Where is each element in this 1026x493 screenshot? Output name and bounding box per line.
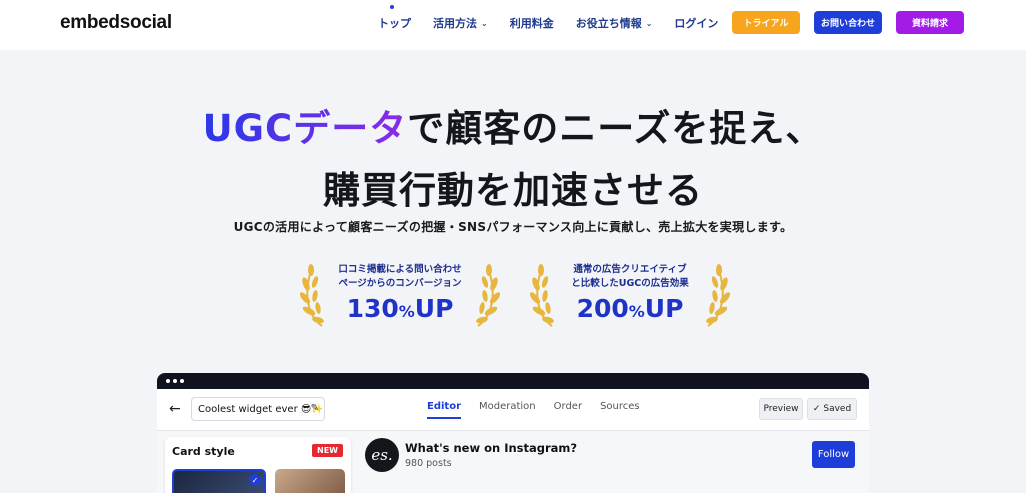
award-value: 200%UP [556,294,704,323]
tab-moderation[interactable]: Moderation [479,401,536,419]
widget-name-field[interactable]: Coolest widget ever 😎✨ ✎ [191,397,325,421]
active-indicator [390,5,394,9]
preview-button[interactable]: Preview [759,398,803,420]
saved-button[interactable]: ✓ Saved [807,398,857,420]
pencil-icon[interactable]: ✎ [311,403,319,414]
top-navigation: embedsocial トップ 活用方法 ⌄ 利用料金 お役立ち情報 ⌄ ログイ… [0,0,1026,50]
window-dot-icon [180,379,184,383]
trial-button[interactable]: トライアル [732,11,800,34]
hero-title-line2: 購買行動を加速させる [323,169,703,212]
award-caption-line1: 通常の広告クリエイティブ [573,264,687,275]
laurel-right-icon [476,264,500,327]
check-icon: ✓ [249,474,261,486]
request-documents-button[interactable]: 資料請求 [896,11,964,34]
tab-editor[interactable]: Editor [427,401,461,419]
main-menu: トップ 活用方法 ⌄ 利用料金 お役立ち情報 ⌄ ログイン [378,0,740,46]
nav-item-label: トップ [378,17,411,30]
nav-item-label: 活用方法 [433,17,477,30]
award-caption-line2: と比較したUGCの広告効果 [571,278,689,289]
widget-name-text: Coolest widget ever 😎✨ [198,404,324,415]
award-unit: % [398,302,415,321]
award-number: 200 [576,294,629,323]
laurel-right-icon [706,264,730,327]
card-style-option-selected[interactable]: ✓ [172,469,266,493]
window-dot-icon [166,379,170,383]
saved-label: Saved [823,404,852,414]
award-caption-line1: 口コミ掲載による問い合わせ [338,264,462,275]
check-icon: ✓ [812,404,821,414]
tab-order[interactable]: Order [554,401,582,419]
hero-title-highlight: UGCデータ [202,107,408,150]
chevron-down-icon: ⌄ [645,18,653,28]
nav-item-pricing[interactable]: 利用料金 [510,15,554,31]
award-badge: 口コミ掲載による問い合わせ ページからのコンバージョン 130%UP [300,260,500,330]
feed-header: es. What's new on Instagram? 980 posts F… [365,437,869,493]
new-badge: NEW [312,444,343,457]
editor-toolbar: ← Coolest widget ever 😎✨ ✎ Editor Modera… [157,389,869,431]
follow-button[interactable]: Follow [812,441,855,468]
award-suffix: UP [414,294,454,323]
tab-sources[interactable]: Sources [600,401,640,419]
hero-subtitle: UGCの活用によって顧客ニーズの把握・SNSパフォーマンス向上に貢献し、売上拡大… [233,220,793,234]
nav-item-label: ログイン [674,17,719,30]
nav-item-top[interactable]: トップ [378,5,411,31]
embedsocial-logo[interactable]: embedsocial [60,12,172,34]
hero-title-line1: UGCデータで顧客のニーズを捉え、 [0,98,1026,152]
card-style-panel: Card style NEW ✓ [165,437,351,493]
app-screenshot-mockup: ← Coolest widget ever 😎✨ ✎ Editor Modera… [157,373,869,493]
nav-item-label: お役立ち情報 [575,17,642,30]
back-arrow-icon[interactable]: ← [169,401,181,417]
award-caption: 通常の広告クリエイティブ と比較したUGCの広告効果 [556,263,704,291]
card-style-option[interactable] [275,469,345,493]
nav-item-label: 利用料金 [509,17,554,30]
chevron-down-icon: ⌄ [481,18,488,28]
window-dot-icon [173,379,177,383]
award-suffix: UP [644,294,684,323]
nav-item-resources[interactable]: お役立ち情報 ⌄ [576,15,653,31]
contact-button[interactable]: お問い合わせ [814,11,882,34]
award-caption-line2: ページからのコンバージョン [338,278,462,289]
award-unit: % [628,302,645,321]
window-titlebar [157,373,869,389]
nav-item-use-cases[interactable]: 活用方法 ⌄ [433,15,488,31]
award-value: 130%UP [326,294,474,323]
post-count: 980 posts [405,458,452,469]
award-caption: 口コミ掲載による問い合わせ ページからのコンバージョン [326,263,474,291]
award-badge: 通常の広告クリエイティブ と比較したUGCの広告効果 200%UP [530,260,730,330]
editor-tabs: Editor Moderation Order Sources [427,401,640,419]
nav-item-login[interactable]: ログイン [674,15,718,31]
feed-title: What's new on Instagram? [405,441,578,455]
card-style-title: Card style [172,445,235,458]
hero-title-rest: で顧客のニーズを捉え、 [407,107,824,150]
award-number: 130 [346,294,399,323]
avatar: es. [365,438,399,472]
